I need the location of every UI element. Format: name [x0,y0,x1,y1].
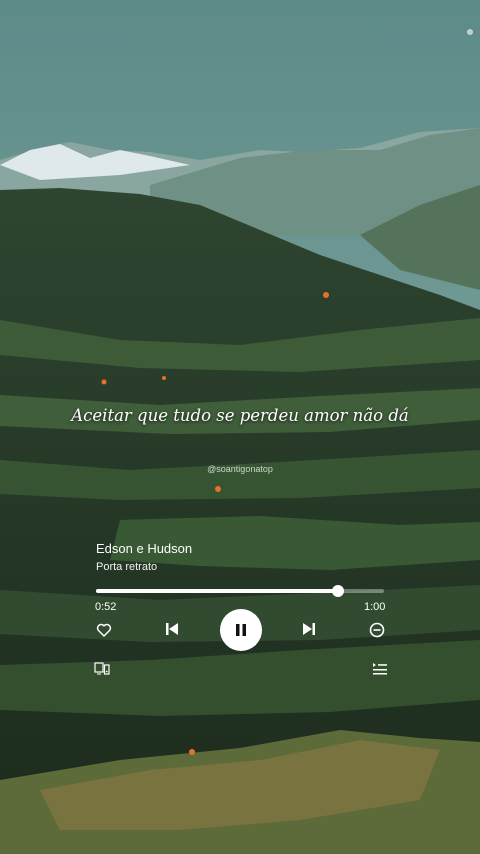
lyric-line: Aceitar que tudo se perdeu amor não dá [71,406,409,425]
track-title[interactable]: Porta retrato [96,561,157,573]
progress-knob[interactable] [331,585,344,597]
artist-name[interactable]: Edson e Hudson [96,541,192,556]
play-pause-button[interactable] [220,609,262,651]
devices-button[interactable] [93,661,111,677]
landscape-background [0,0,480,854]
progress-bar[interactable] [96,585,384,597]
next-button[interactable] [300,620,318,638]
like-button[interactable] [94,620,114,640]
watermark-handle: @soantigonatop [207,464,273,474]
skip-previous-icon [166,623,178,635]
devices-icon [94,662,110,675]
skip-next-icon [303,623,315,635]
pause-icon [236,624,246,636]
elapsed-time: 0:52 [95,601,117,613]
minus-circle-icon [369,622,385,638]
queue-button[interactable] [371,661,389,677]
progress-fill [96,589,338,593]
remove-button[interactable] [367,620,387,640]
previous-button[interactable] [163,620,181,638]
total-time: 1:00 [364,601,386,613]
heart-outline-icon [96,623,112,637]
queue-list-icon [373,663,387,675]
